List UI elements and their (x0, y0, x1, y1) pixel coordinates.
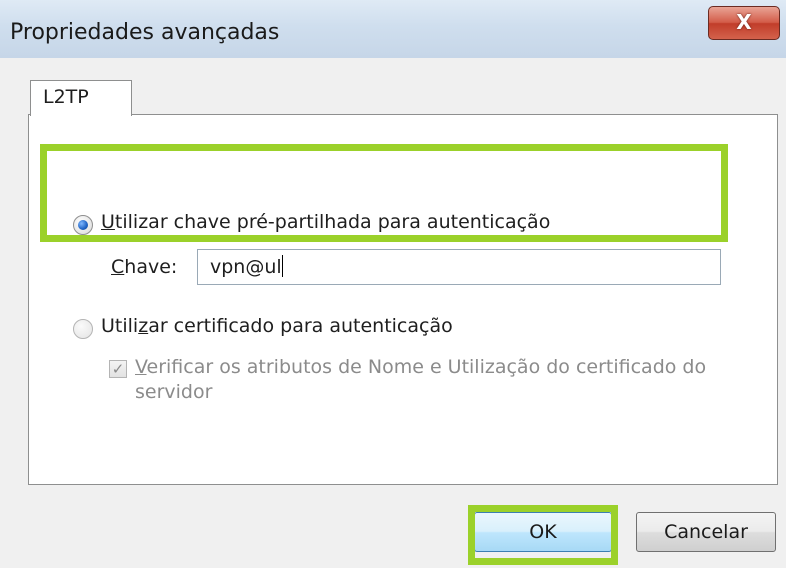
dialog-body: L2TP Utilizar chave pré-partilhada para … (10, 58, 786, 568)
verify-label-line1: Verificar os atributos de Nome e Utiliza… (135, 356, 707, 378)
cancel-button[interactable]: Cancelar (636, 512, 776, 552)
tab-panel: Utilizar chave pré-partilhada para auten… (28, 114, 778, 485)
certificate-label[interactable]: Utilizar certificado para autenticação (101, 315, 453, 337)
key-label: Chave: (111, 256, 178, 278)
tab-l2tp[interactable]: L2TP (30, 80, 132, 116)
close-icon: X (736, 10, 752, 34)
ok-button[interactable]: OK (474, 512, 612, 552)
preshared-key-label[interactable]: Utilizar chave pré-partilhada para auten… (101, 211, 550, 233)
certificate-radio[interactable] (73, 319, 93, 339)
window-title: Propriedades avançadas (10, 20, 280, 45)
key-value: vpn@ul (210, 256, 282, 278)
title-bar: Propriedades avançadas X (0, 0, 786, 58)
preshared-key-radio[interactable] (73, 215, 93, 235)
verify-checkbox[interactable]: ✓ (109, 360, 127, 378)
close-button[interactable]: X (708, 6, 780, 40)
verify-label-line2: servidor (135, 381, 213, 403)
tab-label: L2TP (43, 86, 89, 108)
key-input[interactable]: vpn@ul (197, 249, 721, 285)
